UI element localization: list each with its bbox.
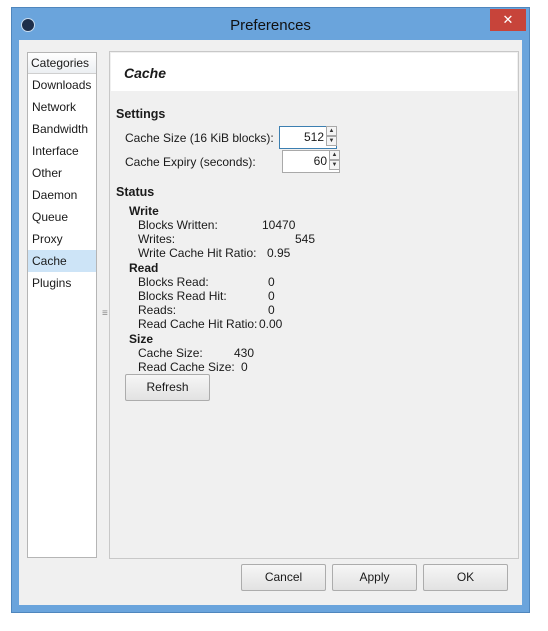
blocks-written-label: Blocks Written: (138, 218, 218, 232)
increment-arrow-icon[interactable]: ▲ (326, 126, 337, 136)
category-item-queue[interactable]: Queue (28, 206, 96, 228)
cache-expiry-spinbox[interactable]: 60 ▲ ▼ (282, 150, 340, 173)
close-button[interactable]: ✕ (490, 9, 526, 31)
write-hit-ratio-label: Write Cache Hit Ratio: (138, 246, 257, 260)
increment-arrow-icon[interactable]: ▲ (329, 150, 340, 160)
title-bar[interactable]: Preferences ✕ (12, 8, 529, 40)
reads-label: Reads: (138, 303, 177, 317)
writes-label: Writes: (138, 232, 176, 246)
apply-button[interactable]: Apply (332, 564, 417, 591)
writes-value: 545 (295, 232, 316, 246)
cache-size-stepper[interactable]: ▲ ▼ (326, 126, 337, 147)
read-cache-size-value: 0 (241, 360, 248, 374)
write-heading: Write (129, 204, 159, 218)
category-item-downloads[interactable]: Downloads (28, 74, 96, 96)
blocks-read-label: Blocks Read: (138, 275, 209, 289)
category-item-network[interactable]: Network (28, 96, 96, 118)
write-hit-ratio-value: 0.95 (267, 246, 291, 260)
cache-expiry-label: Cache Expiry (seconds): (125, 155, 256, 169)
categories-list: Categories Downloads Network Bandwidth I… (27, 52, 97, 558)
decrement-arrow-icon[interactable]: ▼ (326, 136, 337, 146)
category-item-other[interactable]: Other (28, 162, 96, 184)
category-item-proxy[interactable]: Proxy (28, 228, 96, 250)
pane-splitter-handle[interactable]: ≡ (102, 308, 108, 319)
settings-heading: Settings (116, 107, 166, 121)
category-item-bandwidth[interactable]: Bandwidth (28, 118, 96, 140)
cache-expiry-value[interactable]: 60 (314, 154, 327, 168)
category-item-daemon[interactable]: Daemon (28, 184, 96, 206)
blocks-written-value: 10470 (262, 218, 296, 232)
reads-value: 0 (268, 303, 275, 317)
status-heading: Status (116, 185, 155, 199)
window-title: Preferences (230, 17, 311, 34)
status-cache-size-value: 430 (234, 346, 255, 360)
blocks-read-hit-value: 0 (268, 289, 275, 303)
categories-header: Categories (28, 53, 96, 74)
category-item-interface[interactable]: Interface (28, 140, 96, 162)
read-hit-ratio-label: Read Cache Hit Ratio: (138, 317, 258, 331)
ok-button[interactable]: OK (423, 564, 508, 591)
dialog-body: Categories Downloads Network Bandwidth I… (19, 40, 522, 605)
read-hit-ratio-value: 0.00 (259, 317, 283, 331)
category-item-plugins[interactable]: Plugins (28, 272, 96, 294)
refresh-button[interactable]: Refresh (125, 374, 210, 401)
cache-size-label: Cache Size (16 KiB blocks): (125, 131, 274, 145)
panel-title: Cache (124, 65, 167, 81)
cache-size-spinbox[interactable]: 512 ▲ ▼ (279, 126, 337, 149)
read-cache-size-label: Read Cache Size: (138, 360, 235, 374)
category-item-cache[interactable]: Cache (28, 250, 96, 272)
cancel-button[interactable]: Cancel (241, 564, 326, 591)
blocks-read-value: 0 (268, 275, 275, 289)
decrement-arrow-icon[interactable]: ▼ (329, 160, 340, 170)
panel-header: Cache (111, 53, 517, 91)
cache-size-value[interactable]: 512 (304, 130, 324, 144)
cache-expiry-stepper[interactable]: ▲ ▼ (329, 150, 340, 171)
size-heading: Size (129, 332, 154, 346)
read-heading: Read (129, 261, 159, 275)
preferences-window: Preferences ✕ Categories Downloads Netwo… (12, 8, 529, 612)
blocks-read-hit-label: Blocks Read Hit: (138, 289, 227, 303)
status-cache-size-label: Cache Size: (138, 346, 203, 360)
cache-panel: Cache Settings Cache Size (16 KiB blocks… (109, 51, 519, 559)
